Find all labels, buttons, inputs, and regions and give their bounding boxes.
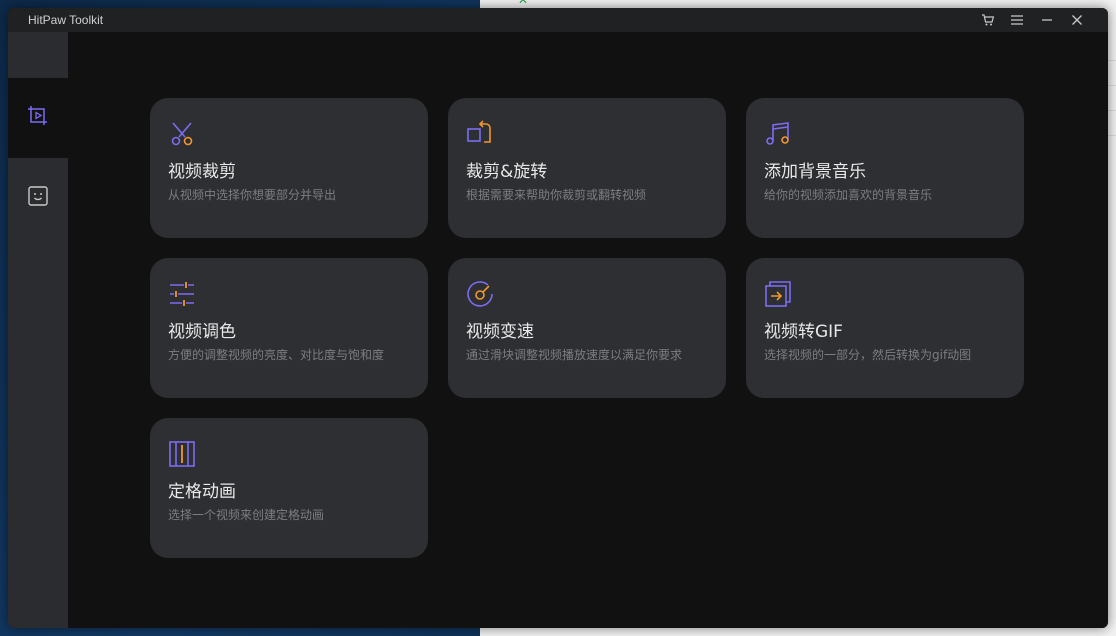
close-icon[interactable] <box>1067 11 1087 29</box>
tool-card-video-trim[interactable]: 视频裁剪 从视频中选择你想要部分并导出 <box>150 98 428 238</box>
film-frames-icon <box>168 440 196 468</box>
card-title: 视频变速 <box>466 322 534 342</box>
card-title: 裁剪&旋转 <box>466 162 548 182</box>
card-description: 选择一个视频来创建定格动画 <box>168 508 325 522</box>
card-description: 选择视频的一部分，然后转换为gif动图 <box>764 348 972 362</box>
card-description: 给你的视频添加喜欢的背景音乐 <box>764 188 933 202</box>
tool-card-speed[interactable]: 视频变速 通过滑块调整视频播放速度以满足你要求 <box>448 258 726 398</box>
tool-card-video-to-gif[interactable]: 视频转GIF 选择视频的一部分，然后转换为gif动图 <box>746 258 1024 398</box>
tools-grid: 视频裁剪 从视频中选择你想要部分并导出 裁剪&旋转 根据需要来帮助你裁剪或翻转视… <box>68 32 1108 628</box>
sliders-icon <box>168 280 196 308</box>
card-description: 根据需要来帮助你裁剪或翻转视频 <box>466 188 647 202</box>
tool-card-add-music[interactable]: 添加背景音乐 给你的视频添加喜欢的背景音乐 <box>746 98 1024 238</box>
tool-card-stop-motion[interactable]: 定格动画 选择一个视频来创建定格动画 <box>150 418 428 558</box>
tool-card-color-grade[interactable]: 视频调色 方便的调整视频的亮度、对比度与饱和度 <box>150 258 428 398</box>
card-title: 定格动画 <box>168 482 236 502</box>
sidebar <box>8 32 68 628</box>
video-edit-icon <box>26 104 50 132</box>
smiley-icon <box>26 184 50 212</box>
sidebar-item-video-tools[interactable] <box>8 78 68 158</box>
card-description: 通过滑块调整视频播放速度以满足你要求 <box>466 348 683 362</box>
title-bar: HitPaw Toolkit <box>8 8 1108 32</box>
menu-icon[interactable] <box>1007 11 1027 29</box>
sidebar-item-face-tools[interactable] <box>8 158 68 238</box>
card-description: 从视频中选择你想要部分并导出 <box>168 188 337 202</box>
gif-convert-icon <box>764 280 792 308</box>
card-title: 视频调色 <box>168 322 236 342</box>
card-description: 方便的调整视频的亮度、对比度与饱和度 <box>168 348 385 362</box>
cart-icon[interactable] <box>978 11 998 29</box>
background-app-icon: ✕ <box>518 0 529 7</box>
window-title: HitPaw Toolkit <box>28 13 104 27</box>
card-title: 视频转GIF <box>764 322 843 342</box>
card-title: 视频裁剪 <box>168 162 236 182</box>
speed-gauge-icon <box>466 280 494 308</box>
card-title: 添加背景音乐 <box>764 162 866 182</box>
hitpaw-window: HitPaw Toolkit 视频裁剪 从视频中选择你想要部分并导出 裁剪&旋转… <box>8 8 1108 628</box>
background-scroll-edge <box>1107 36 1116 596</box>
music-note-icon <box>764 120 792 148</box>
tool-card-crop-rotate[interactable]: 裁剪&旋转 根据需要来帮助你裁剪或翻转视频 <box>448 98 726 238</box>
minimize-icon[interactable] <box>1037 11 1057 29</box>
crop-rotate-icon <box>466 120 494 148</box>
scissors-icon <box>168 120 196 148</box>
